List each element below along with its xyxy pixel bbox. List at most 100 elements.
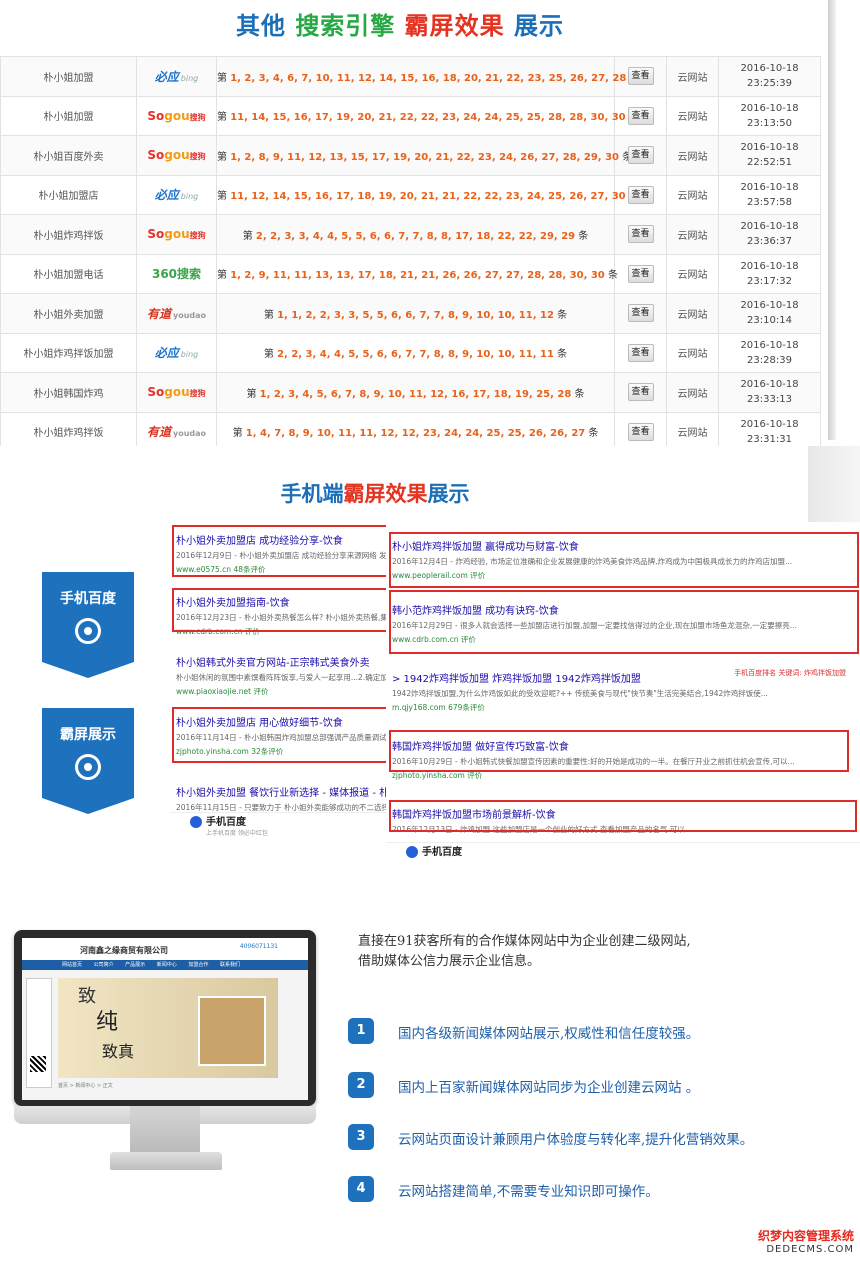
bing-logo-icon: 必应 bing <box>154 69 199 84</box>
engine-cell: 必应 bing <box>136 174 217 215</box>
view-button[interactable]: 查看 <box>627 343 654 362</box>
promo-banner: 致 纯 致真 <box>58 978 278 1078</box>
youdao-logo-icon: 有道 youdao <box>146 425 207 440</box>
site-cell: 云网站 <box>666 135 719 176</box>
engine-cell: 必应 bing <box>136 332 217 373</box>
time-cell: 2016-10-18 23:13:50 <box>718 95 821 136</box>
bing-logo-icon: 必应 bing <box>154 346 199 361</box>
site-cell: 云网站 <box>666 95 719 136</box>
result-snippet: 朴小姐休闲的氛围中素馔看阵阵饭享,与爱人一起享用...2.确定加盟 <box>176 673 386 682</box>
ranking-table: 朴小姐加盟 必应 bing 第 1, 2, 3, 4, 6, 7, 10, 11, 1… <box>0 56 821 452</box>
view-button[interactable]: 查看 <box>627 304 654 323</box>
view-button[interactable]: 查看 <box>627 185 654 204</box>
highlight-box <box>172 707 390 763</box>
highlight-box <box>389 532 859 588</box>
rank-cell: 第 1, 2, 3, 4, 5, 6, 7, 8, 9, 10, 11, 12,… <box>216 372 615 413</box>
table-row: 朴小姐加盟 必应 bing 第 1, 2, 3, 4, 6, 7, 10, 11, 1… <box>0 56 821 97</box>
table-row: 朴小姐加盟电话 360搜索第 1, 2, 9, 11, 11, 13, 13, 1… <box>0 253 821 294</box>
keyword-cell: 朴小姐加盟 <box>0 56 137 97</box>
highlight-box <box>389 590 859 654</box>
feature-item: 4 云网站搭建简单,不需要专业知识即可操作。 <box>348 1176 848 1204</box>
rank-cell: 第 1, 2, 8, 9, 11, 12, 13, 15, 17, 19, 20… <box>216 135 632 176</box>
view-button[interactable]: 查看 <box>627 146 654 165</box>
table-row: 朴小姐外卖加盟 有道 youdao 第 1, 1, 2, 2, 3, 3, 5, 5,… <box>0 293 821 334</box>
qr-code-icon <box>30 1056 46 1072</box>
keyword-cell: 朴小姐炸鸡拌饭加盟 <box>0 332 137 373</box>
sogou-logo-icon: Sogou搜狗 <box>147 108 206 123</box>
view-button[interactable]: 查看 <box>627 264 654 283</box>
table-row: 朴小姐加盟店 必应 bing 第 11, 12, 14, 15, 16, 17, 18… <box>0 174 821 215</box>
site-cell: 云网站 <box>666 253 719 294</box>
view-button[interactable]: 查看 <box>627 422 654 441</box>
rank-cell: 第 11, 14, 15, 16, 17, 19, 20, 21, 22, 22… <box>216 95 639 136</box>
site-cell: 云网站 <box>666 332 719 373</box>
engine-cell: Sogou搜狗 <box>136 95 217 136</box>
product-image <box>198 996 266 1066</box>
badge-mobile-baidu: 手机百度 <box>42 572 134 678</box>
sogou-logo-icon: Sogou搜狗 <box>147 148 206 163</box>
table-row: 朴小姐百度外卖 Sogou搜狗第 1, 2, 8, 9, 11, 12, 13, … <box>0 135 821 176</box>
keyword-cell: 朴小姐加盟店 <box>0 174 137 215</box>
view-button[interactable]: 查看 <box>627 106 654 125</box>
rank-cell: 第 11, 12, 14, 15, 16, 17, 18, 19, 20, 21… <box>216 174 639 215</box>
keyword-cell: 朴小姐百度外卖 <box>0 135 137 176</box>
badge-screen-showcase: 霸屏展示 <box>42 708 134 814</box>
engine-cell: Sogou搜狗 <box>136 214 217 255</box>
result-title[interactable]: 朴小姐外卖加盟 餐饮行业新选择 - 媒体报道 - 朴小姐 <box>176 784 386 799</box>
result-url: m.qjy168.com 679条评价 <box>392 703 485 712</box>
refresh-icon <box>75 618 101 644</box>
search-result[interactable]: 朴小姐韩式外卖官方网站-正宗韩式美食外卖朴小姐休闲的氛围中素馔看阵阵饭享,与爱人… <box>170 654 392 697</box>
360-logo-icon: 360搜索 <box>151 267 202 282</box>
baidu-paw-icon <box>190 816 202 828</box>
keyword-cell: 朴小姐外卖加盟 <box>0 293 137 334</box>
bing-logo-icon: 必应 bing <box>154 188 199 203</box>
table-row: 朴小姐韩国炸鸡 Sogou搜狗第 1, 2, 3, 4, 5, 6, 7, 8, … <box>0 372 821 413</box>
sogou-logo-icon: Sogou搜狗 <box>147 227 206 242</box>
site-cell: 云网站 <box>666 214 719 255</box>
sogou-logo-icon: Sogou搜狗 <box>147 385 206 400</box>
section-title: 其他 搜索引擎 霸屏效果 展示 <box>235 12 565 40</box>
result-url: www.piaoxiaojie.net 评价 <box>176 687 269 696</box>
keyword-cell: 朴小姐加盟电话 <box>0 253 137 294</box>
result-title[interactable]: 朴小姐韩式外卖官方网站-正宗韩式美食外卖 <box>176 654 386 669</box>
decor-bar <box>808 446 860 526</box>
mobile-section-title: 手机端霸屏效果展示 <box>280 482 470 506</box>
mobile-screenshot-left: 朴小姐外卖加盟店 成功经验分享-饮食 2016年12月9日 - 朴小姐外卖加盟店 … <box>170 522 392 844</box>
time-cell: 2016-10-18 23:10:14 <box>718 293 821 334</box>
monitor-base <box>110 1152 222 1170</box>
baidu-app-bar[interactable]: 手机百度 上手机百度 领必中红包 <box>170 812 392 837</box>
site-cell: 云网站 <box>666 293 719 334</box>
time-cell: 2016-10-18 23:17:32 <box>718 253 821 294</box>
engine-cell: Sogou搜狗 <box>136 135 217 176</box>
engine-cell: 必应 bing <box>136 56 217 97</box>
time-cell: 2016-10-18 23:33:13 <box>718 372 821 413</box>
engine-cell: 360搜索 <box>136 253 217 294</box>
view-button[interactable]: 查看 <box>627 225 654 244</box>
search-engine-ranking-section: 其他 搜索引擎 霸屏效果 展示 朴小姐加盟 必应 bing 第 1, 2, 3, 4,… <box>0 0 828 452</box>
keyword-cell: 朴小姐韩国炸鸡 <box>0 372 137 413</box>
engine-cell: Sogou搜狗 <box>136 372 217 413</box>
baidu-app-bar[interactable]: 手机百度 <box>386 842 860 866</box>
rank-cell: 第 2, 2, 3, 4, 4, 5, 5, 6, 6, 7, 7, 8, 8,… <box>216 332 615 373</box>
engine-cell: 有道 youdao <box>136 293 217 334</box>
time-cell: 2016-10-18 23:28:39 <box>718 332 821 373</box>
view-button[interactable]: 查看 <box>627 383 654 402</box>
highlight-box <box>172 588 390 632</box>
mobile-screenshot-right: 朴小姐炸鸡拌饭加盟 赢得成功与财富-饮食 2016年12月4日 - 炸鸡经验, 市… <box>386 522 860 866</box>
keyword-cell: 朴小姐加盟 <box>0 95 137 136</box>
view-button[interactable]: 查看 <box>627 67 654 86</box>
highlight-box <box>389 800 857 832</box>
watermark: 织梦内容管理系统 DEDECMS.COM <box>757 1229 854 1255</box>
table-row: 朴小姐炸鸡拌饭 Sogou搜狗第 2, 2, 3, 3, 4, 4, 5, 5, … <box>0 214 821 255</box>
monitor-stand <box>130 1106 200 1154</box>
keyword-cell: 朴小姐炸鸡拌饭 <box>0 214 137 255</box>
time-cell: 2016-10-18 22:52:51 <box>718 135 821 176</box>
feature-item: 2 国内上百家新闻媒体网站同步为企业创建云网站 。 <box>348 1072 848 1100</box>
site-cell: 云网站 <box>666 56 719 97</box>
rank-cell: 第 2, 2, 3, 3, 4, 4, 5, 5, 6, 6, 7, 7, 8,… <box>216 214 615 255</box>
result-snippet: 1942炸鸡拌饭加盟,为什么炸鸡饭如此的受欢迎呢?++ 传统美食与现代"快节奏"… <box>392 689 768 698</box>
site-cell: 云网站 <box>666 372 719 413</box>
website-preview: 河南鑫之缘商贸有限公司 4006071131 网站首页 公司简介 产品展示 新闻… <box>22 938 308 1100</box>
time-cell: 2016-10-18 23:25:39 <box>718 56 821 97</box>
site-cell: 云网站 <box>666 174 719 215</box>
